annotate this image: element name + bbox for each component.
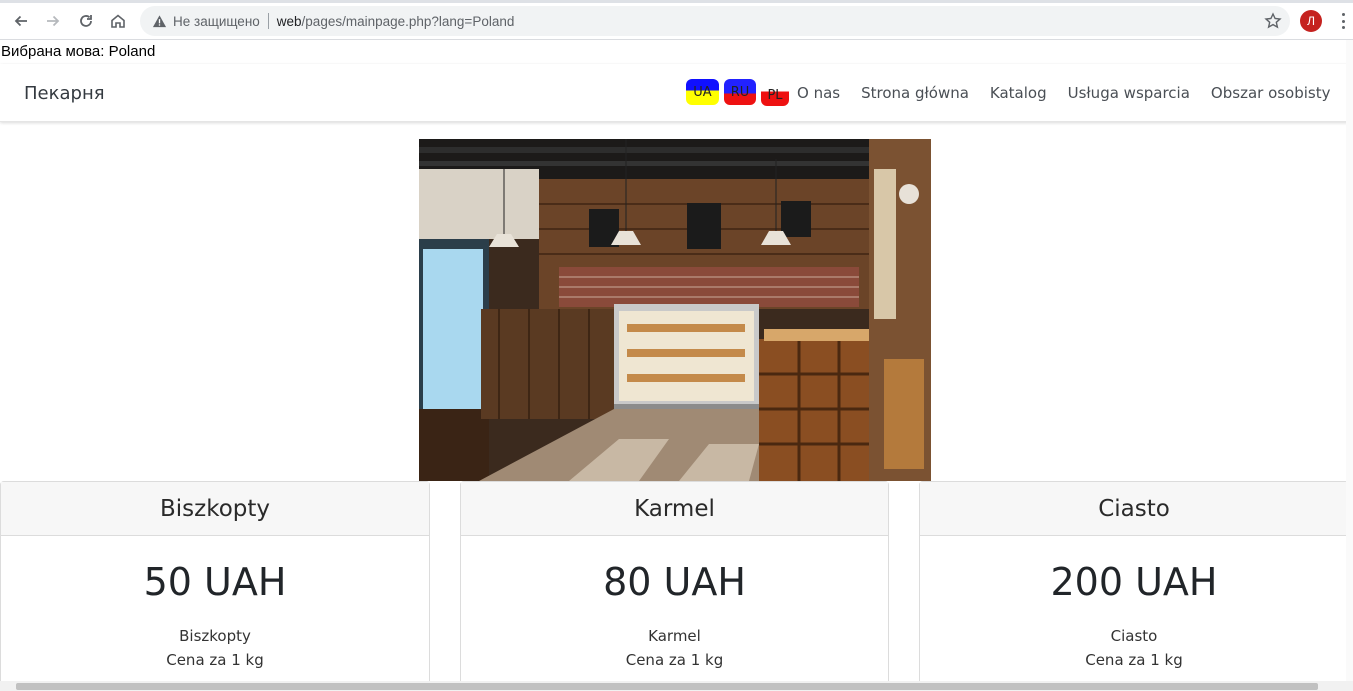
menu-icon[interactable]	[1336, 11, 1350, 31]
nav-links: O nas Strona główna Katalog Usługa wspar…	[797, 84, 1352, 102]
nav-link-catalog[interactable]: Katalog	[990, 84, 1047, 102]
language-switcher: UA RU PL	[686, 79, 794, 106]
flag-ru-button[interactable]: RU	[724, 79, 756, 105]
product-card-title: Ciasto	[920, 482, 1348, 536]
product-price: 50 UAH	[143, 560, 287, 604]
product-card-title: Biszkopty	[1, 482, 429, 536]
tab-strip	[0, 0, 1353, 3]
product-price: 200 UAH	[1050, 560, 1218, 604]
product-card: Karmel 80 UAH Karmel Cena za 1 kg	[460, 481, 889, 691]
product-unit: Cena za 1 kg	[625, 651, 724, 669]
product-description: Biszkopty Cena za 1 kg	[1, 624, 429, 672]
flag-pl-button[interactable]: PL	[761, 84, 789, 106]
vertical-scrollbar[interactable]	[1346, 40, 1353, 681]
url-host: web	[276, 13, 302, 29]
flag-ru-label: RU	[730, 84, 750, 100]
horizontal-scrollbar[interactable]	[0, 681, 1353, 691]
product-unit: Cena za 1 kg	[1085, 651, 1183, 669]
scrollbar-thumb[interactable]	[16, 683, 1318, 690]
forward-icon[interactable]	[40, 8, 66, 34]
divider	[267, 13, 269, 29]
bakery-hero-image	[419, 139, 931, 481]
browser-toolbar: Не защищено web/pages/mainpage.php?lang=…	[0, 0, 1353, 40]
product-unit: Cena za 1 kg	[166, 651, 264, 669]
product-name: Karmel	[648, 627, 701, 645]
flag-pl-label: PL	[767, 87, 783, 103]
selected-language-text: Вибрана мова: Poland	[1, 43, 156, 60]
site-navbar: Пекарня UA RU PL O nas Strona główna Kat…	[0, 64, 1353, 122]
nav-link-about[interactable]: O nas	[797, 84, 840, 102]
url-text[interactable]: web/pages/mainpage.php?lang=Poland	[277, 14, 515, 29]
nav-link-support[interactable]: Usługa wsparcia	[1068, 84, 1190, 102]
product-name: Biszkopty	[179, 627, 251, 645]
home-icon[interactable]	[105, 8, 131, 34]
bookmark-star-icon[interactable]	[1264, 12, 1282, 30]
flag-ua-button[interactable]: UA	[686, 79, 719, 105]
product-name: Ciasto	[1110, 627, 1158, 645]
product-price: 80 UAH	[603, 560, 746, 604]
warning-icon[interactable]	[151, 13, 167, 29]
product-card-title: Karmel	[461, 482, 888, 536]
product-description: Karmel Cena za 1 kg	[461, 624, 888, 672]
profile-avatar[interactable]: Л	[1300, 10, 1322, 32]
nav-link-account[interactable]: Obszar osobisty	[1211, 84, 1331, 102]
product-card: Biszkopty 50 UAH Biszkopty Cena za 1 kg	[0, 481, 430, 691]
back-icon[interactable]	[8, 8, 34, 34]
product-card: Ciasto 200 UAH Ciasto Cena za 1 kg	[919, 481, 1349, 691]
nav-link-home[interactable]: Strona główna	[861, 84, 969, 102]
brand-logo[interactable]: Пекарня	[24, 83, 105, 104]
security-label[interactable]: Не защищено	[173, 14, 260, 29]
reload-icon[interactable]	[73, 8, 99, 34]
flag-ua-label: UA	[693, 84, 712, 100]
product-description: Ciasto Cena za 1 kg	[920, 624, 1348, 672]
address-bar[interactable]: Не защищено web/pages/mainpage.php?lang=…	[140, 6, 1290, 36]
url-path: /pages/mainpage.php?lang=Poland	[301, 13, 515, 29]
